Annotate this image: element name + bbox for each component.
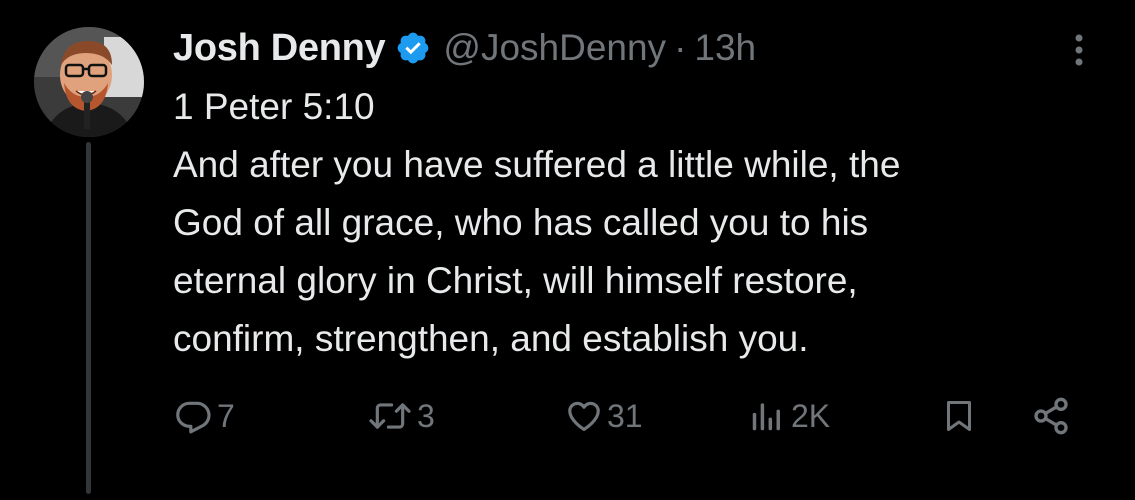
timestamp[interactable]: 13h	[694, 27, 756, 69]
repost-icon	[369, 403, 411, 429]
views-bar-chart-icon	[752, 403, 780, 431]
views-count: 2K	[791, 397, 831, 434]
tweet-actions: 7 3 31 2K	[173, 388, 1083, 444]
views-button[interactable]: 2K	[747, 388, 830, 444]
bookmark-button[interactable]	[941, 388, 977, 444]
share-button[interactable]	[1029, 388, 1073, 444]
repost-button[interactable]: 3	[367, 388, 435, 444]
avatar-photo	[34, 27, 144, 137]
like-count: 31	[607, 397, 643, 434]
thread-line	[86, 142, 91, 494]
avatar[interactable]	[34, 27, 144, 137]
tweet-text-line: confirm, strengthen, and establish you.	[173, 318, 809, 359]
bookmark-icon	[947, 401, 971, 431]
heart-icon	[568, 401, 600, 432]
tweet-text-line: And after you have suffered a little whi…	[173, 144, 901, 185]
display-name[interactable]: Josh Denny	[173, 27, 386, 70]
reply-count: 7	[217, 397, 235, 434]
more-vertical-icon[interactable]	[1064, 30, 1094, 70]
tweet-text-line: 1 Peter 5:10	[173, 86, 375, 127]
handle[interactable]: @JoshDenny	[443, 27, 666, 69]
reply-icon	[176, 401, 211, 434]
tweet-header: Josh Denny @JoshDenny · 13h	[173, 22, 756, 74]
separator-dot: ·	[674, 27, 687, 68]
repost-count: 3	[417, 397, 435, 434]
like-button[interactable]: 31	[565, 388, 643, 444]
tweet-text: 1 Peter 5:10 And after you have suffered…	[173, 78, 1113, 368]
tweet-text-line: eternal glory in Christ, will himself re…	[173, 260, 858, 301]
next-tweet-peek	[0, 488, 1135, 500]
reply-button[interactable]: 7	[175, 388, 235, 444]
share-icon	[1034, 397, 1068, 435]
tweet-text-line: God of all grace, who has called you to …	[173, 202, 869, 243]
tweet[interactable]: Josh Denny @JoshDenny · 13h 1 Peter 5:10…	[0, 0, 1135, 500]
verified-badge-icon[interactable]	[395, 30, 431, 66]
